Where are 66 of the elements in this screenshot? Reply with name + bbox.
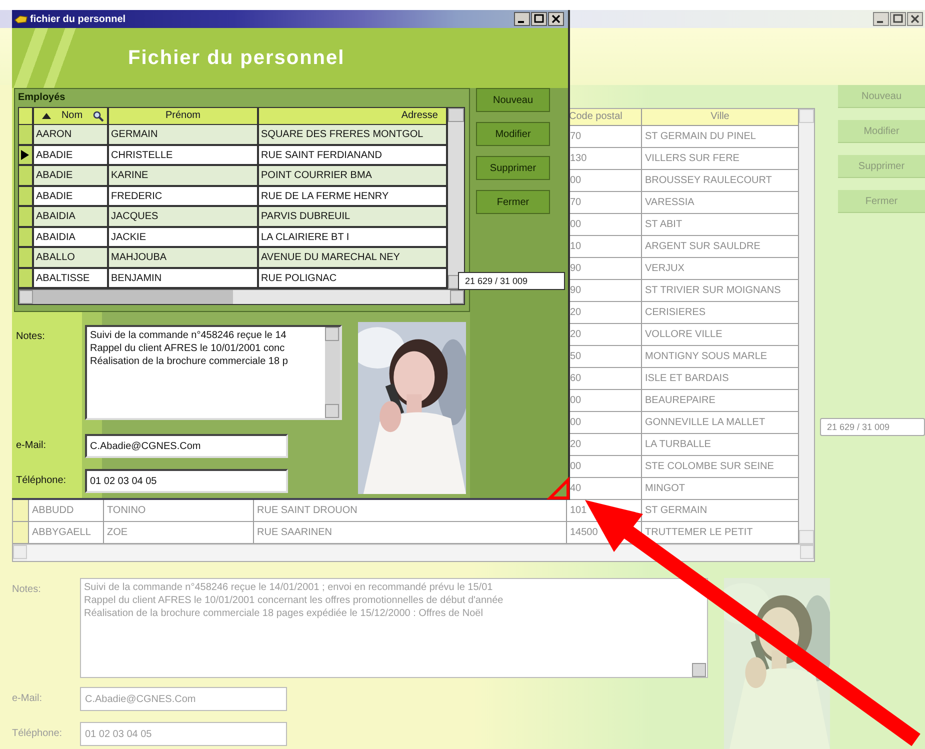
action-button[interactable]: Modifier — [476, 122, 550, 146]
column-header[interactable]: Adresse — [259, 108, 448, 125]
field-label: e-Mail: — [15, 439, 48, 453]
table-cell: ABADIE — [34, 146, 109, 164]
vertical-scrollbar[interactable] — [799, 109, 814, 544]
table-cell: CHRISTELLE — [109, 146, 259, 164]
close-icon[interactable] — [548, 12, 564, 26]
column-header[interactable]: Prénom — [109, 108, 259, 125]
email-field[interactable]: C.Abadie@CGNES.Com — [85, 434, 288, 458]
field-label: Notes: — [15, 330, 46, 344]
table-cell: ZOE — [104, 522, 254, 543]
action-button[interactable]: Nouveau — [476, 88, 550, 112]
table-cell: MAHJOUBA — [109, 248, 259, 266]
window-title: fichier du personnel — [30, 14, 127, 24]
table-cell: ABALLO — [34, 248, 109, 266]
table-cell: JACKIE — [109, 228, 259, 246]
search-icon — [93, 110, 104, 122]
vertical-scrollbar[interactable] — [448, 108, 464, 289]
action-button[interactable]: Supprimer — [476, 156, 550, 180]
maximize-icon[interactable] — [531, 12, 547, 26]
table-cell: ABAIDIA — [34, 228, 109, 246]
table-cell: ABBYGAELL — [29, 522, 104, 543]
phone-field[interactable]: 01 02 03 04 05 — [80, 722, 287, 746]
table-cell: FREDERIC — [109, 186, 259, 205]
table-cell: BENJAMIN — [109, 268, 259, 287]
field-label: Téléphone: — [15, 474, 68, 488]
row-selector[interactable] — [19, 125, 34, 144]
table-cell: KARINE — [109, 166, 259, 184]
column-header[interactable]: Nom — [34, 108, 109, 125]
phone-field[interactable]: 01 02 03 04 05 — [85, 469, 288, 493]
email-field[interactable]: C.Abadie@CGNES.Com — [80, 687, 287, 711]
table-cell: ABALTISSE — [34, 268, 109, 287]
row-selector[interactable] — [19, 268, 34, 287]
table-cell: JACQUES — [109, 207, 259, 226]
app-icon — [14, 14, 28, 24]
field-label: Notes: — [11, 583, 42, 597]
record-counter: 21 629 / 31 009 — [820, 418, 925, 436]
sort-up-icon — [42, 113, 51, 119]
field-label: Téléphone: — [11, 727, 64, 741]
minimize-icon[interactable] — [873, 12, 889, 26]
field-label: e-Mail: — [11, 692, 44, 706]
column-header[interactable]: Code postal — [567, 109, 642, 126]
heading: Fichier du personnel — [128, 46, 345, 70]
column-header[interactable]: Ville — [642, 109, 799, 126]
row-selector[interactable] — [19, 146, 34, 164]
action-button[interactable]: Fermer — [476, 190, 550, 214]
row-selector[interactable] — [19, 186, 34, 205]
table-cell: GERMAIN — [109, 125, 259, 144]
row-selector[interactable] — [19, 166, 34, 184]
row-selector[interactable] — [19, 228, 34, 246]
panel-title: Employés — [18, 91, 66, 105]
record-counter: 21 629 / 31 009 — [458, 272, 565, 290]
minimize-icon[interactable] — [514, 12, 530, 26]
table-cell: ABAIDIA — [34, 207, 109, 226]
maximize-icon[interactable] — [890, 12, 906, 26]
table-cell: ABADIE — [34, 166, 109, 184]
table-cell: AARON — [34, 125, 109, 144]
current-row-icon — [21, 150, 30, 160]
close-icon[interactable] — [907, 12, 923, 26]
row-selector[interactable] — [19, 207, 34, 226]
horizontal-scrollbar[interactable] — [19, 289, 464, 304]
table-cell: ABADIE — [34, 186, 109, 205]
table-cell: RUE SAARINEN — [254, 522, 567, 543]
row-selector[interactable] — [19, 248, 34, 266]
notes-field[interactable]: Suivi de la commande n°458246 reçue le 14 Rappel du client AFRES le 10/01/2001 conc Réalisation de la brochure commerciale 18 p — [85, 325, 342, 420]
highlight-triangle — [546, 476, 570, 500]
